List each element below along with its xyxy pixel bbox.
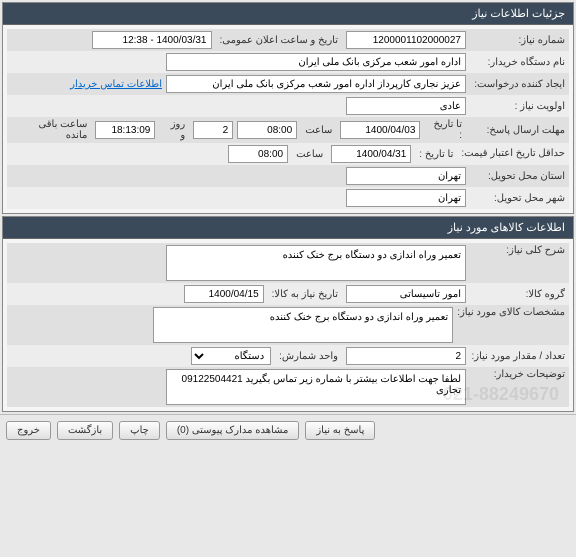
- spec-label: مشخصات کالای مورد نیاز:: [457, 307, 565, 318]
- exit-button[interactable]: خروج: [6, 421, 51, 440]
- row-group: گروه کالا: تاریخ نیاز به کالا:: [7, 283, 569, 305]
- attachments-button[interactable]: مشاهده مدارک پیوستی (0): [166, 421, 300, 440]
- time1-field[interactable]: [237, 121, 297, 139]
- contact-link[interactable]: اطلاعات تماس خریدار: [70, 79, 162, 90]
- minvalid-date-field[interactable]: [331, 145, 411, 163]
- row-minvalid: حداقل تاریخ اعتبار قیمت: تا تاریخ : ساعت: [7, 143, 569, 165]
- time2-field[interactable]: [228, 145, 288, 163]
- note-label: توضیحات خریدار:: [470, 369, 565, 380]
- province-field[interactable]: [346, 167, 466, 185]
- panel1-body: شماره نیاز: تاریخ و ساعت اعلان عمومی: نا…: [3, 25, 573, 213]
- print-button[interactable]: چاپ: [119, 421, 160, 440]
- province-label: استان محل تحویل:: [470, 171, 565, 182]
- row-deadline: مهلت ارسال پاسخ: تا تاریخ : ساعت روز و س…: [7, 117, 569, 143]
- group-field[interactable]: [346, 285, 466, 303]
- pubdate-label: تاریخ و ساعت اعلان عمومی:: [216, 35, 343, 46]
- row-province: استان محل تحویل:: [7, 165, 569, 187]
- minvalid-label: حداقل تاریخ اعتبار قیمت:: [461, 148, 565, 160]
- button-bar: پاسخ به نیاز مشاهده مدارک پیوستی (0) چاپ…: [0, 414, 576, 446]
- qty-field[interactable]: [346, 347, 466, 365]
- hoursleft-field[interactable]: [95, 121, 155, 139]
- delivdate-field[interactable]: [184, 285, 264, 303]
- row-desc: شرح کلی نیاز: تعمیر وراه اندازی دو دستگا…: [7, 243, 569, 283]
- dayand-label: روز و: [159, 119, 189, 141]
- details-panel: جزئیات اطلاعات نیاز شماره نیاز: تاریخ و …: [2, 2, 574, 214]
- hoursleft-label: ساعت باقی مانده: [11, 119, 91, 141]
- row-priority: اولویت نیاز :: [7, 95, 569, 117]
- minvalid-to-label: تا تاریخ :: [415, 149, 457, 160]
- reqno-label: شماره نیاز:: [470, 35, 565, 46]
- time2-label: ساعت: [292, 149, 327, 160]
- row-buyer: نام دستگاه خریدار:: [7, 51, 569, 73]
- city-label: شهر محل تحویل:: [470, 193, 565, 204]
- priority-label: اولویت نیاز :: [470, 101, 565, 112]
- group-label: گروه کالا:: [470, 289, 565, 300]
- respond-button[interactable]: پاسخ به نیاز: [305, 421, 375, 440]
- qty-label: تعداد / مقدار مورد نیاز:: [470, 351, 565, 362]
- back-button[interactable]: بازگشت: [57, 421, 113, 440]
- creator-field[interactable]: [166, 75, 466, 93]
- spec-field[interactable]: تعمیر وراه اندازی دو دستگاه برج خنک کنند…: [153, 307, 453, 343]
- unit-label: واحد شمارش:: [275, 351, 342, 362]
- buyer-field[interactable]: [166, 53, 466, 71]
- delivdate-label: تاریخ نیاز به کالا:: [268, 289, 342, 300]
- row-city: شهر محل تحویل:: [7, 187, 569, 209]
- pubdate-field[interactable]: [92, 31, 212, 49]
- unit-select[interactable]: دستگاه: [191, 347, 271, 365]
- note-field[interactable]: لطفا جهت اطلاعات بیشتر با شماره زیر تماس…: [166, 369, 466, 405]
- buyer-label: نام دستگاه خریدار:: [470, 57, 565, 68]
- time1-label: ساعت: [301, 125, 336, 136]
- row-reqno: شماره نیاز: تاریخ و ساعت اعلان عمومی:: [7, 29, 569, 51]
- desc-field[interactable]: تعمیر وراه اندازی دو دستگاه برج خنک کنند…: [166, 245, 466, 281]
- panel2-body: شرح کلی نیاز: تعمیر وراه اندازی دو دستگا…: [3, 239, 573, 411]
- reqno-field[interactable]: [346, 31, 466, 49]
- row-spec: مشخصات کالای مورد نیاز: تعمیر وراه انداز…: [7, 305, 569, 345]
- creator-label: ایجاد کننده درخواست:: [470, 79, 565, 90]
- daysleft-field[interactable]: [193, 121, 233, 139]
- todate-label: تا تاریخ :: [424, 119, 466, 141]
- panel1-title: جزئیات اطلاعات نیاز: [3, 3, 573, 25]
- panel2-title: اطلاعات کالاهای مورد نیاز: [3, 217, 573, 239]
- todate-field[interactable]: [340, 121, 420, 139]
- row-qty: تعداد / مقدار مورد نیاز: واحد شمارش: دست…: [7, 345, 569, 367]
- priority-field[interactable]: [346, 97, 466, 115]
- city-field[interactable]: [346, 189, 466, 207]
- row-creator: ایجاد کننده درخواست: اطلاعات تماس خریدار: [7, 73, 569, 95]
- goods-panel: اطلاعات کالاهای مورد نیاز شرح کلی نیاز: …: [2, 216, 574, 412]
- deadline-label: مهلت ارسال پاسخ:: [470, 125, 565, 136]
- row-note: توضیحات خریدار: لطفا جهت اطلاعات بیشتر ب…: [7, 367, 569, 407]
- desc-label: شرح کلی نیاز:: [470, 245, 565, 256]
